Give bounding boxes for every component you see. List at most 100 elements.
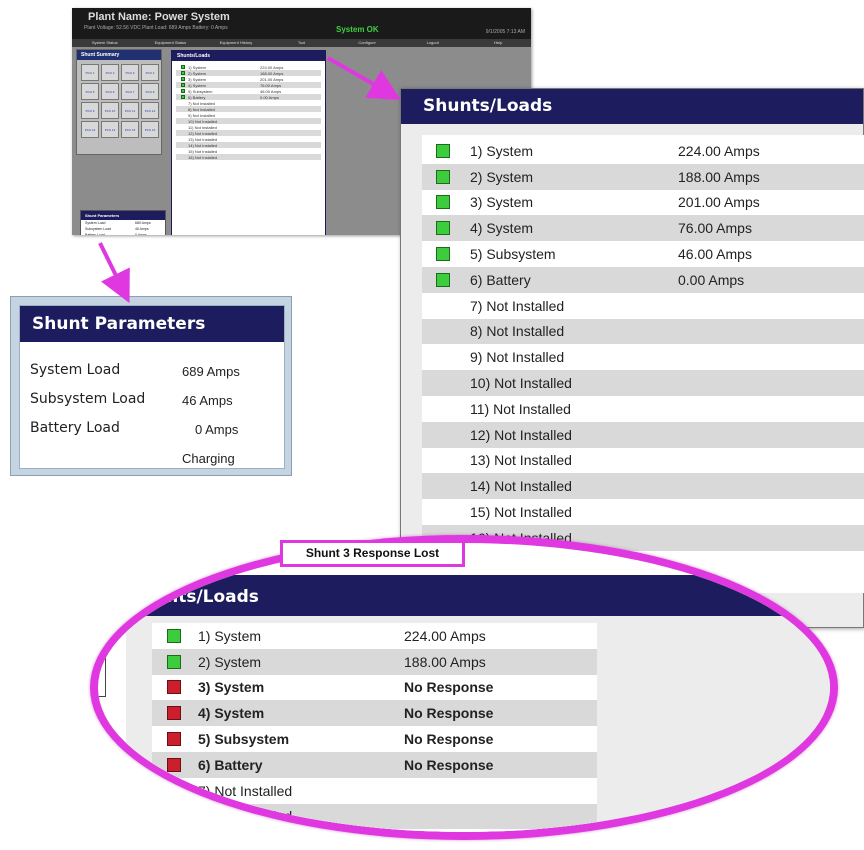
zoom-shunts-title: unts/Loads xyxy=(126,575,830,616)
mini-summary-cell[interactable]: PCU 16 xyxy=(141,121,159,138)
status-ok-icon xyxy=(181,77,185,81)
shunt-row: 12) Not Installed xyxy=(422,421,864,448)
status-ok-icon xyxy=(181,83,185,87)
status-fail-icon xyxy=(167,732,181,747)
mini-summary-cell[interactable]: PCU 14 xyxy=(101,121,119,138)
mini-summary-cell[interactable]: PCU 1 xyxy=(81,64,99,81)
mini-summary-cell[interactable]: PCU 3 xyxy=(121,64,139,81)
zoom-shunt-row: 1) System 224.00 Amps xyxy=(152,623,597,649)
mini-summary-cell[interactable]: PCU 13 xyxy=(81,121,99,138)
status-ok-icon xyxy=(436,247,450,262)
status-empty-icon xyxy=(181,131,185,135)
shunt-row: 14) Not Installed xyxy=(422,473,864,500)
mini-nav-help[interactable]: Help xyxy=(465,39,531,47)
mini-summary-cell[interactable]: PCU 9 xyxy=(81,102,99,119)
mini-summary-cell[interactable]: PCU 8 xyxy=(141,83,159,100)
mini-nav-equipment-status[interactable]: Equipment Status xyxy=(138,39,204,47)
status-empty-icon xyxy=(167,809,181,823)
status-empty-icon xyxy=(436,453,450,467)
mini-nav-system-status[interactable]: System Status xyxy=(72,39,138,47)
shunt-row: 11) Not Installed xyxy=(422,396,864,422)
shunt-name: 12) Not Installed xyxy=(470,426,572,443)
zoom-shunt-name: 7) Not Installed xyxy=(198,782,293,799)
status-ok-icon xyxy=(181,89,185,93)
mini-param-value: 689 Amps xyxy=(135,221,151,225)
mini-shunt-value: 224.00 Amps xyxy=(260,64,284,70)
mini-plant-name: Plant Name: Power System xyxy=(88,11,230,23)
shunt-value: 224.00 Amps xyxy=(678,142,760,159)
mini-summary-cell[interactable]: PCU 5 xyxy=(81,83,99,100)
status-ok-icon xyxy=(181,71,185,75)
shunt-row: 6) Battery 0.00 Amps xyxy=(422,266,864,293)
status-empty-icon xyxy=(167,784,181,798)
status-empty-icon xyxy=(181,143,185,147)
mini-shunt-value: 0.00 Amps xyxy=(260,94,279,100)
status-empty-icon xyxy=(436,479,450,493)
zoom-shunt-row: 2) System 188.00 Amps xyxy=(152,648,597,675)
status-ok-icon xyxy=(436,272,450,287)
shunt-row: 4) System 76.00 Amps xyxy=(422,215,864,242)
status-empty-icon xyxy=(436,428,450,442)
mini-param-value: 0 Amps xyxy=(135,233,147,235)
mini-summary-cell[interactable]: PCU 10 xyxy=(101,102,119,119)
mini-shunt-name: 11) Not Installed xyxy=(188,124,217,130)
zoom-shunt-name: 2) System xyxy=(198,653,262,670)
param-value-system-load: 689 Amps xyxy=(182,364,240,379)
status-empty-icon xyxy=(181,149,185,153)
status-empty-icon xyxy=(436,299,450,313)
mini-param-label: System Load xyxy=(85,221,106,225)
shunt-name: 4) System xyxy=(470,220,534,237)
shunt-name: 11) Not Installed xyxy=(470,400,571,417)
mini-summary-cell[interactable]: PCU 7 xyxy=(121,83,139,100)
status-ok-icon xyxy=(436,195,450,210)
zoom-shunts-panel: unts/Loads 1) System 224.00 Amps 2) System… xyxy=(126,575,830,840)
status-empty-icon xyxy=(167,835,181,840)
mini-summary-cell[interactable]: PCU 2 xyxy=(101,64,119,81)
zoom-shunt-name: 8) Not Installed xyxy=(198,808,293,825)
param-label-subsystem-load: Subsystem Load xyxy=(30,391,146,407)
mini-shunt-row: 16) Not Installed xyxy=(176,154,321,160)
shunt-row: 10) Not Installed xyxy=(422,370,864,396)
callout-label: Shunt 3 Response Lost xyxy=(280,540,465,567)
mini-shunt-name: 16) Not Installed xyxy=(188,154,218,160)
status-empty-icon xyxy=(181,125,185,129)
shunt-value: 188.00 Amps xyxy=(678,168,760,185)
status-ok-icon xyxy=(436,221,450,236)
zoom-shunt-value: No Response xyxy=(404,756,494,773)
mini-header-bar: Plant Name: Power System Plant Voltage: … xyxy=(72,8,531,39)
status-empty-icon xyxy=(436,324,450,338)
mini-shunt-name: 8) Not Installed xyxy=(188,106,215,112)
param-label-battery-load: Battery Load xyxy=(30,420,120,436)
mini-summary-cell[interactable]: PCU 12 xyxy=(141,102,159,119)
status-empty-icon xyxy=(436,350,450,364)
mini-shunts-title: Shunts/Loads xyxy=(172,51,325,61)
status-empty-icon xyxy=(181,101,185,105)
mini-summary-cell[interactable]: PCU 4 xyxy=(141,64,159,81)
mini-nav-equipment-history[interactable]: Equipment History xyxy=(203,39,269,47)
shunt-name: 7) Not Installed xyxy=(470,297,565,314)
mini-summary-cell[interactable]: PCU 11 xyxy=(121,102,139,119)
zoom-shunt-row: 9) Not Installed xyxy=(152,829,597,840)
mini-summary-cell[interactable]: PCU 15 xyxy=(121,121,139,138)
zoom-shunt-value: No Response xyxy=(404,731,494,748)
mini-shunt-value: 188.00 Amps xyxy=(260,70,284,76)
status-empty-icon xyxy=(181,119,185,123)
status-ok-icon xyxy=(167,628,181,643)
zoom-shunts-rows: 1) System 224.00 Amps 2) System 188.00 Amps… xyxy=(152,623,597,840)
mini-date: 9/1/2005 7:13 AM xyxy=(485,29,525,35)
mini-nav-logout[interactable]: Logout xyxy=(400,39,466,47)
mini-shunt-name: 3) System xyxy=(188,76,207,82)
mini-summary-cell[interactable]: PCU 6 xyxy=(101,83,119,100)
zoom-shunt-name: 3) System xyxy=(198,679,265,696)
shunt-name: 8) Not Installed xyxy=(470,323,565,340)
shunt-name: 10) Not Installed xyxy=(470,375,572,392)
shunt-row: 15) Not Installed xyxy=(422,499,864,525)
shunt-row: 1) System 224.00 Amps xyxy=(422,138,864,164)
mini-shunt-name: 5) Subsystem xyxy=(188,88,213,94)
mini-shunt-summary-title: Shunt Summary xyxy=(77,50,161,60)
mini-nav-tool[interactable]: Tool xyxy=(269,39,335,47)
mini-shunt-name: 1) System xyxy=(188,64,207,70)
mini-nav-configure[interactable]: Configure xyxy=(334,39,400,47)
zoom-left-panel-edge xyxy=(98,591,106,697)
mini-params-title: Shunt Parameters xyxy=(81,211,165,220)
